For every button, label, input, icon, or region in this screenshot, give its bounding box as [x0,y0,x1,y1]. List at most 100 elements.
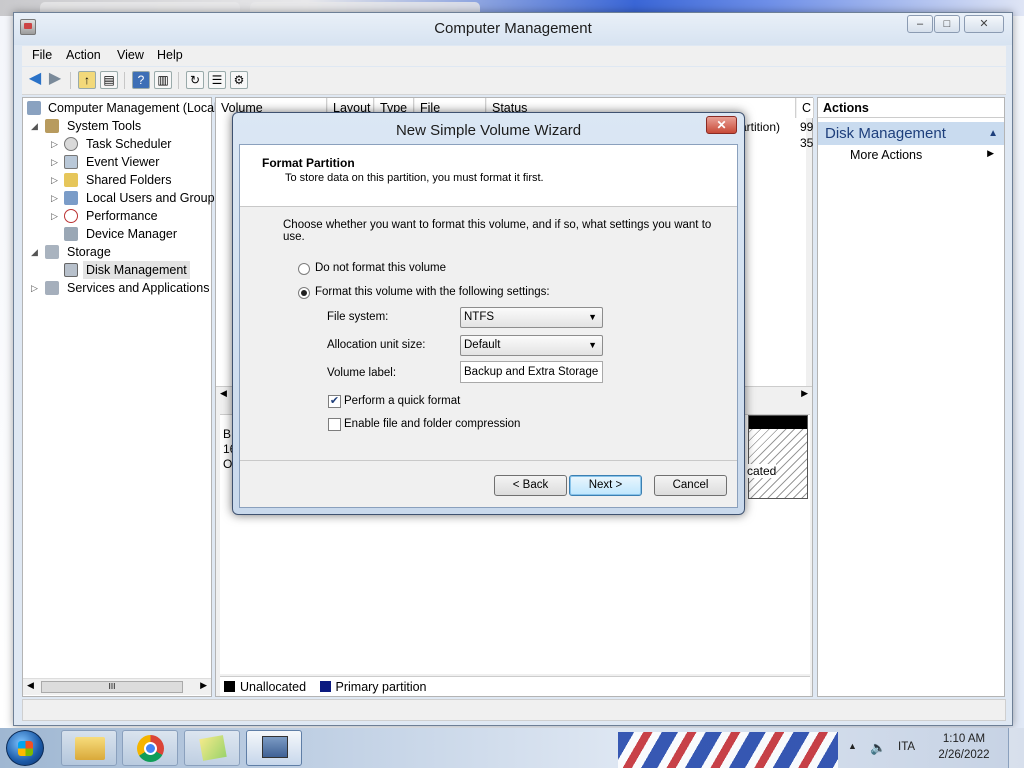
folder-icon [75,737,105,760]
tree-item-label: Device Manager [86,227,178,241]
taskbar-computer-management[interactable] [246,730,302,766]
taskbar-sticky-app[interactable] [184,730,240,766]
expand-icon[interactable]: ▷ [51,189,61,207]
more-actions-item[interactable]: More Actions [850,148,922,162]
input-language[interactable]: ITA [898,741,915,753]
menu-action[interactable]: Action [66,48,101,62]
tree-item-label: Services and Applications [67,281,210,295]
do-not-format-radio[interactable] [298,263,310,275]
up-folder-icon[interactable]: ↑ [78,71,96,89]
disk-settings-icon[interactable]: ⚙ [230,71,248,89]
show-desktop-button[interactable] [1008,728,1024,768]
forward-arrow-icon[interactable]: ▶ [46,71,64,89]
dropdown-arrow-icon: ▼ [588,312,597,322]
collapse-icon[interactable]: ◢ [31,117,41,135]
compression-label[interactable]: Enable file and folder compression [344,418,520,430]
tree-item-label: Computer Management (Local [48,101,217,115]
computer-management-icon [262,736,288,758]
new-simple-volume-wizard-dialog: New Simple Volume Wizard ✕ Format Partit… [232,112,745,515]
expand-icon[interactable]: ▷ [51,135,61,153]
scroll-right-icon[interactable]: ▶ [200,680,207,691]
volume-label-input[interactable]: Backup and Extra Storage [460,361,603,383]
close-button[interactable]: ✕ [964,15,1004,33]
performance-icon [64,209,78,223]
toolbar-separator [124,72,125,89]
back-button[interactable]: < Back [494,475,567,496]
partition-legend: Unallocated Primary partition [220,676,810,696]
tree-item-label: Disk Management [83,261,190,279]
actions-section-disk-management[interactable]: Disk Management ▲ [818,122,1004,145]
cancel-button[interactable]: Cancel [654,475,727,496]
device-manager-icon [64,227,78,241]
compression-checkbox[interactable] [328,418,341,431]
scroll-thumb[interactable]: III [41,681,183,693]
next-button[interactable]: Next > [569,475,642,496]
dialog-title: New Simple Volume Wizard [395,122,582,139]
clock-date[interactable]: 2/26/2022 [934,749,994,761]
scroll-left-icon[interactable]: ◀ [220,388,227,399]
submenu-arrow-icon[interactable]: ▶ [987,148,994,159]
tools-icon [45,119,59,133]
toolbar-separator [70,72,71,89]
dialog-close-button[interactable]: ✕ [706,116,737,134]
unallocated-partition-block[interactable]: cated [747,415,808,499]
shared-folder-icon [64,173,78,187]
notes-icon [199,735,227,761]
computer-icon [27,101,41,115]
format-volume-radio[interactable] [298,287,310,299]
unallocated-swatch [224,681,235,692]
start-button[interactable] [6,730,44,766]
services-icon [45,281,59,295]
expand-icon[interactable]: ▷ [31,279,41,297]
disk-label-fragment: B [223,427,232,441]
tree-item-label: System Tools [67,119,142,133]
legend-unallocated: Unallocated [240,680,307,694]
allocation-unit-size-select[interactable]: Default ▼ [460,335,603,356]
tree-item-label: Shared Folders [86,173,172,187]
expand-icon[interactable]: ▷ [51,207,61,225]
help-icon[interactable]: ? [132,71,150,89]
disk-label-fragment: O [223,457,233,471]
expand-icon[interactable]: ▷ [51,171,61,189]
taskbar: ▲ 🔈 ITA 1:10 AM 2/26/2022 [0,728,1024,768]
tree-item-label: Performance [86,209,158,223]
menu-bar: File Action View Help [22,46,1006,66]
wizard-header: Format Partition To store data on this p… [240,145,737,207]
show-hidden-icons[interactable]: ▲ [848,741,857,751]
users-icon [64,191,78,205]
show-hide-action-pane-icon[interactable]: ▥ [154,71,172,89]
title-bar[interactable]: Computer Management – □ ✕ [14,13,1012,45]
toolbar: ◀ ▶ ↑ ▤ ? ▥ ↻ ☰ ⚙ [22,67,1006,95]
collapse-icon[interactable]: ◢ [31,243,41,261]
disk-icon [64,263,78,277]
maximize-button[interactable]: □ [934,15,960,33]
menu-file[interactable]: File [32,48,52,62]
volume-icon[interactable]: 🔈 [870,740,886,756]
collapse-up-icon[interactable]: ▲ [988,122,998,145]
taskbar-explorer[interactable] [61,730,117,766]
minimize-button[interactable]: – [907,15,933,33]
wizard-page-title: Format Partition [262,156,355,170]
back-arrow-icon[interactable]: ◀ [26,71,44,89]
show-hide-console-tree-icon[interactable]: ▤ [100,71,118,89]
menu-help[interactable]: Help [157,48,183,62]
volume-label-label: Volume label: [327,367,397,379]
quick-format-checkbox[interactable]: ✔ [328,395,341,408]
scroll-right-icon[interactable]: ▶ [801,388,808,399]
scroll-left-icon[interactable]: ◀ [27,680,34,691]
tree-horizontal-scrollbar[interactable]: ◀ III ▶ [23,678,211,695]
taskbar-chrome[interactable] [122,730,178,766]
properties-icon[interactable]: ☰ [208,71,226,89]
format-volume-label[interactable]: Format this volume with the following se… [315,286,550,298]
expand-icon[interactable]: ▷ [51,153,61,171]
menu-view[interactable]: View [117,48,144,62]
legend-primary-partition: Primary partition [335,680,427,694]
do-not-format-label[interactable]: Do not format this volume [315,262,446,274]
quick-format-label[interactable]: Perform a quick format [344,395,460,407]
clock-time[interactable]: 1:10 AM [934,733,994,745]
actions-pane: Actions Disk Management ▲ More Actions ▶ [817,97,1005,697]
column-capacity[interactable]: C [797,98,814,118]
clock-icon [64,137,78,151]
refresh-icon[interactable]: ↻ [186,71,204,89]
file-system-select[interactable]: NTFS ▼ [460,307,603,328]
